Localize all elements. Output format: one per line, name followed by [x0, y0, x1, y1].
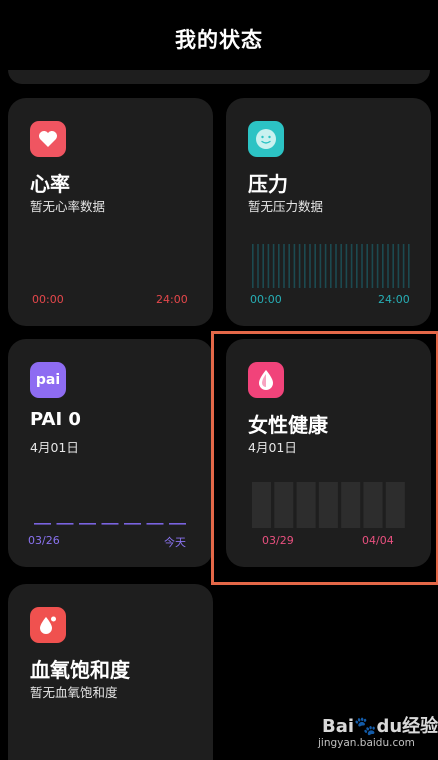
baidu-watermark: Bai🐾du经验 jingyan.baidu.com [304, 712, 438, 756]
stress-bar [361, 244, 363, 288]
stress-bar [382, 244, 384, 288]
stress-bar [397, 244, 400, 288]
previous-card-edge[interactable] [8, 70, 430, 84]
stress-bar [262, 244, 264, 288]
stress-axis-start: 00:00 [250, 293, 282, 306]
stress-bar [371, 244, 374, 288]
cycle-day-bar [341, 482, 361, 528]
cycle-day-bar [274, 482, 294, 528]
pai-card[interactable]: pai PAI 0 4月01日 03/26 今天 [8, 339, 213, 567]
stress-bar [335, 244, 337, 288]
stress-bar [283, 244, 285, 288]
stress-bar [376, 244, 379, 288]
stress-bar [293, 244, 296, 288]
cycle-day-bar [296, 482, 316, 528]
female-health-title: 女性健康 [248, 413, 328, 437]
stress-bar [402, 244, 405, 288]
stress-bar [304, 244, 306, 288]
pai-axis-end: 今天 [164, 536, 186, 549]
female-health-date: 4月01日 [248, 440, 297, 455]
stress-title: 压力 [248, 172, 288, 196]
pai-day-segment [56, 523, 74, 525]
pai-date: 4月01日 [30, 440, 79, 455]
cycle-day-bar [252, 482, 271, 528]
heart-rate-title: 心率 [30, 172, 70, 196]
pai-day-segment [146, 523, 164, 525]
pai-axis-start: 03/26 [28, 534, 60, 547]
heart-rate-status: 暂无心率数据 [30, 199, 106, 214]
header: 我的状态 [0, 0, 438, 80]
stress-bar [324, 244, 327, 288]
stress-bar [314, 244, 316, 288]
cycle-day-bar [363, 482, 383, 528]
stress-bar [267, 244, 270, 288]
watermark-url: jingyan.baidu.com [318, 737, 415, 749]
heart-rate-card[interactable]: 心率 暂无心率数据 00:00 24:00 [8, 98, 213, 326]
heart-rate-axis-end: 24:00 [156, 293, 188, 306]
stress-bar [278, 244, 280, 288]
pai-day-segment [124, 523, 141, 525]
stress-bar [330, 244, 332, 288]
baidu-logo: Bai🐾du经验 [322, 716, 438, 737]
pai-logo-icon: pai [30, 362, 66, 398]
stress-bar [366, 244, 368, 288]
blood-oxygen-title: 血氧饱和度 [30, 658, 130, 682]
cycle-day-bar [318, 482, 338, 528]
pai-title: PAI 0 [30, 409, 81, 430]
pai-day-segment [169, 523, 186, 525]
stress-bar [309, 244, 311, 288]
page-title: 我的状态 [175, 28, 263, 52]
pai-day-segment [79, 523, 96, 525]
drop-icon [248, 362, 284, 398]
stress-bar [252, 244, 254, 288]
stress-bar [345, 244, 348, 288]
stress-bar [340, 244, 342, 288]
stress-bar [298, 244, 301, 288]
stress-bar [392, 244, 394, 288]
cycle-chart [252, 482, 405, 528]
stress-axis-end: 24:00 [378, 293, 410, 306]
stress-bar [319, 244, 322, 288]
stress-card[interactable]: 压力 暂无压力数据 00:00 24:00 [226, 98, 431, 326]
paw-icon: 🐾 [354, 716, 377, 737]
pai-dashed-line [34, 523, 186, 525]
heart-rate-axis-start: 00:00 [32, 293, 64, 306]
blood-oxygen-status: 暂无血氧饱和度 [30, 685, 118, 700]
stress-empty-chart [252, 244, 410, 288]
cycle-day-bar [385, 482, 405, 528]
stress-bar [272, 244, 275, 288]
female-health-card[interactable]: 女性健康 4月01日 03/29 04/04 [226, 339, 431, 567]
blood-oxygen-icon [30, 607, 66, 643]
stress-bar [356, 244, 358, 288]
heart-icon [30, 121, 66, 157]
female-health-axis-end: 04/04 [362, 534, 394, 547]
pai-logo-text: pai [35, 372, 61, 388]
smiley-icon [248, 121, 284, 157]
stress-bar [387, 244, 389, 288]
pai-day-segment [101, 523, 119, 525]
stress-bar [350, 244, 353, 288]
stress-bar [257, 244, 259, 288]
stress-bar [408, 244, 410, 288]
stress-status: 暂无压力数据 [248, 199, 324, 214]
blood-oxygen-card[interactable]: 血氧饱和度 暂无血氧饱和度 [8, 584, 213, 760]
female-health-axis-start: 03/29 [262, 534, 294, 547]
stress-bar [288, 244, 290, 288]
pai-day-segment [34, 523, 51, 525]
